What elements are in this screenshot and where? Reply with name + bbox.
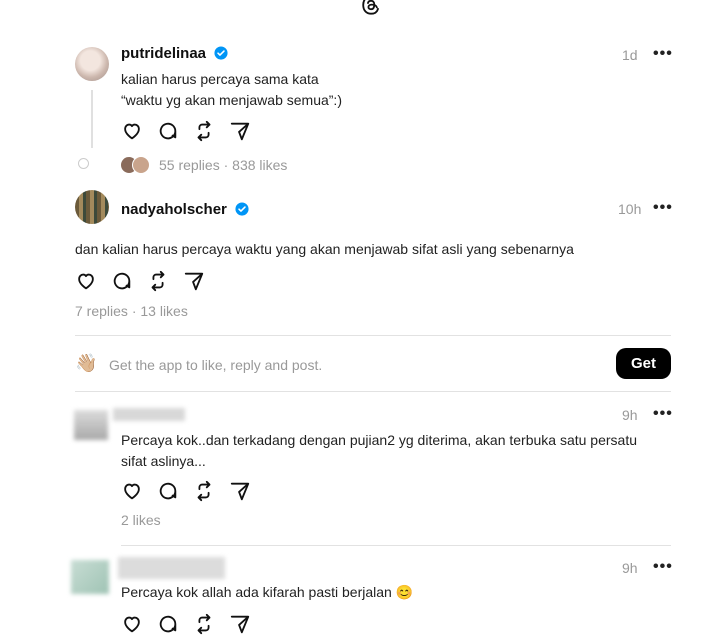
post-header: nadyaholscher xyxy=(121,201,249,219)
post-time: 9h xyxy=(622,407,638,423)
divider xyxy=(75,391,671,392)
replier-avatars xyxy=(120,155,152,174)
thread-end-dot xyxy=(78,158,89,169)
stats-separator: · xyxy=(223,157,229,173)
verified-badge-icon xyxy=(235,202,249,216)
like-count[interactable]: 13 likes xyxy=(140,303,187,319)
repost-icon[interactable] xyxy=(147,270,169,292)
username[interactable]: nadyaholscher xyxy=(121,201,227,218)
username-blurred xyxy=(113,408,185,421)
avatar[interactable] xyxy=(74,410,108,440)
app-prompt-text: Get the app to like, reply and post. xyxy=(109,357,323,373)
get-app-button[interactable]: Get xyxy=(616,348,671,379)
share-send-icon[interactable] xyxy=(229,120,251,142)
post-actions xyxy=(121,480,251,502)
like-heart-icon[interactable] xyxy=(75,270,97,292)
reply-comment-icon[interactable] xyxy=(157,613,179,635)
post-text: dan kalian harus percaya waktu yang akan… xyxy=(75,241,574,257)
post-time: 1d xyxy=(622,47,638,63)
post-text: Percaya kok..dan terkadang dengan pujian… xyxy=(121,430,637,472)
post-header: putridelinaa xyxy=(121,45,229,63)
more-options-button[interactable]: ••• xyxy=(653,199,673,217)
post-text-line: Percaya kok..dan terkadang dengan pujian… xyxy=(121,432,637,448)
share-send-icon[interactable] xyxy=(229,613,251,635)
reply-count[interactable]: 7 replies xyxy=(75,303,128,319)
post-text: kalian harus percaya sama kata “waktu yg… xyxy=(121,69,342,111)
more-options-button[interactable]: ••• xyxy=(653,405,673,423)
post-text-line: “waktu yg akan menjawab semua”:) xyxy=(121,92,342,108)
username[interactable]: putridelinaa xyxy=(121,45,206,62)
divider xyxy=(121,545,671,546)
threads-logo-icon[interactable] xyxy=(360,0,382,16)
like-heart-icon[interactable] xyxy=(121,120,143,142)
reply-count[interactable]: 55 replies xyxy=(159,157,220,173)
like-heart-icon[interactable] xyxy=(121,613,143,635)
post-actions xyxy=(75,270,205,292)
avatar[interactable] xyxy=(71,560,109,594)
avatar[interactable] xyxy=(75,47,109,81)
waving-hand-icon: 👋🏼 xyxy=(75,353,98,373)
post-text-line: kalian harus percaya sama kata xyxy=(121,71,319,87)
reply-comment-icon[interactable] xyxy=(157,480,179,502)
avatar xyxy=(132,156,150,174)
avatar[interactable] xyxy=(75,190,109,224)
reply-comment-icon[interactable] xyxy=(157,120,179,142)
thread-line xyxy=(91,90,93,148)
share-send-icon[interactable] xyxy=(229,480,251,502)
post-time: 10h xyxy=(618,201,642,217)
post-stats: 7 replies · 13 likes xyxy=(75,303,188,319)
post-text: Percaya kok allah ada kifarah pasti berj… xyxy=(121,584,414,600)
more-options-button[interactable]: ••• xyxy=(653,558,673,576)
verified-badge-icon xyxy=(214,46,229,60)
post-time: 9h xyxy=(622,560,638,576)
post-stats: 55 replies · 838 likes xyxy=(159,157,287,173)
repost-icon[interactable] xyxy=(193,480,215,502)
divider xyxy=(75,335,671,336)
repost-icon[interactable] xyxy=(193,120,215,142)
more-options-button[interactable]: ••• xyxy=(653,45,673,63)
post-actions xyxy=(121,120,251,142)
reply-comment-icon[interactable] xyxy=(111,270,133,292)
like-heart-icon[interactable] xyxy=(121,480,143,502)
like-count[interactable]: 838 likes xyxy=(232,157,287,173)
post-actions xyxy=(121,613,251,635)
repost-icon[interactable] xyxy=(193,613,215,635)
stats-separator: · xyxy=(131,303,137,319)
like-count[interactable]: 2 likes xyxy=(121,512,161,528)
share-send-icon[interactable] xyxy=(183,270,205,292)
username-blurred xyxy=(118,557,225,579)
post-text-line: sifat aslinya... xyxy=(121,453,206,469)
